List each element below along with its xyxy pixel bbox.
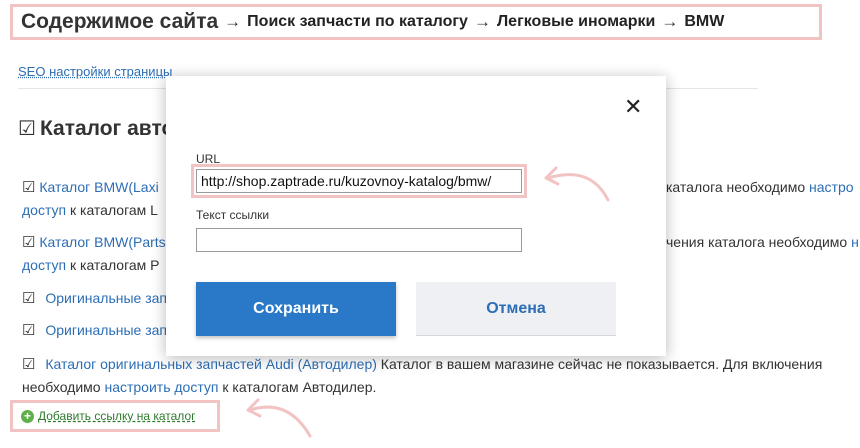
breadcrumb-item-search[interactable]: Поиск запчасти по каталогу xyxy=(247,13,468,31)
breadcrumb-separator: → xyxy=(661,12,679,31)
annotation-arrow-icon xyxy=(246,398,312,438)
catalog-row-line2: необходимо настроить доступ к каталогам … xyxy=(22,376,376,399)
catalog-row: ☑ Каталог BMW(Laxi xyxy=(22,176,159,199)
catalog-row-line2: доступ к каталогам L xyxy=(22,199,158,222)
plus-icon[interactable]: + xyxy=(21,409,34,423)
catalog-note: к каталогам Автодилер. xyxy=(218,379,377,395)
breadcrumb-root[interactable]: Содержимое сайта xyxy=(21,10,218,34)
configure-access-link[interactable]: н xyxy=(851,234,859,250)
catalog-note: чения каталога необходимо xyxy=(666,234,852,250)
close-icon[interactable]: ✕ xyxy=(624,96,642,118)
catalog-link[interactable]: Каталог BMW(Parts xyxy=(39,234,165,250)
add-catalog-link[interactable]: Добавить ссылку на каталог xyxy=(38,409,196,423)
catalog-link[interactable]: Каталог оригинальных запчастей Audi (Авт… xyxy=(45,356,377,372)
section-title: Каталог авто xyxy=(39,116,175,140)
access-link[interactable]: доступ xyxy=(22,202,66,218)
save-button[interactable]: Сохранить xyxy=(196,282,396,336)
seo-settings-link[interactable]: SEO настройки страницы xyxy=(18,64,172,79)
breadcrumb: Содержимое сайта → Поиск запчасти по кат… xyxy=(10,4,822,40)
annotation-arrow-icon xyxy=(544,166,610,202)
breadcrumb-item-bmw: BMW xyxy=(684,13,725,30)
breadcrumb-separator: → xyxy=(473,12,491,31)
configure-access-link[interactable]: настро xyxy=(809,179,854,195)
checkbox-icon[interactable]: ☑ xyxy=(22,356,35,373)
catalog-link[interactable]: Оригинальные зап xyxy=(45,290,167,306)
catalog-row-note: чения каталога необходимо н xyxy=(666,231,859,254)
catalog-row: ☑ Оригинальные зап xyxy=(22,319,167,342)
catalog-note: к каталогам P xyxy=(66,257,160,273)
catalog-link[interactable]: Каталог BMW(Laxi xyxy=(39,179,158,195)
breadcrumb-separator: → xyxy=(224,12,242,31)
section-heading: ☑ Каталог авто xyxy=(18,116,174,141)
catalog-row: ☑ Каталог оригинальных запчастей Audi (А… xyxy=(22,353,822,376)
checkbox-icon[interactable]: ☑ xyxy=(22,322,35,339)
catalog-row-line2: доступ к каталогам P xyxy=(22,254,160,277)
configure-access-link[interactable]: настроить доступ xyxy=(104,379,218,395)
catalog-link[interactable]: Оригинальные зап xyxy=(45,322,167,338)
catalog-row-note: каталога необходимо настро xyxy=(666,176,854,199)
breadcrumb-item-cars[interactable]: Легковые иномарки xyxy=(497,13,655,31)
catalog-note: к каталогам L xyxy=(66,202,158,218)
add-catalog-link-highlight: + Добавить ссылку на каталог xyxy=(10,400,220,432)
link-text-input[interactable] xyxy=(196,228,522,252)
url-input[interactable] xyxy=(196,169,522,193)
checkbox-icon[interactable]: ☑ xyxy=(22,290,35,307)
access-link[interactable]: доступ xyxy=(22,257,66,273)
catalog-row: ☑ Оригинальные зап xyxy=(22,287,167,310)
checkbox-icon[interactable]: ☑ xyxy=(18,116,36,141)
catalog-note: необходимо xyxy=(22,379,105,395)
edit-link-dialog: ✕ URL Текст ссылки Сохранить Отмена xyxy=(166,76,666,356)
catalog-row: ☑ Каталог BMW(Parts xyxy=(22,231,166,254)
catalog-note: Каталог в вашем магазине сейчас не показ… xyxy=(376,356,823,372)
checkbox-icon[interactable]: ☑ xyxy=(22,234,35,251)
link-text-label: Текст ссылки xyxy=(196,208,270,222)
cancel-button[interactable]: Отмена xyxy=(416,282,616,336)
checkbox-icon[interactable]: ☑ xyxy=(22,179,35,196)
catalog-note: каталога необходимо xyxy=(666,179,810,195)
